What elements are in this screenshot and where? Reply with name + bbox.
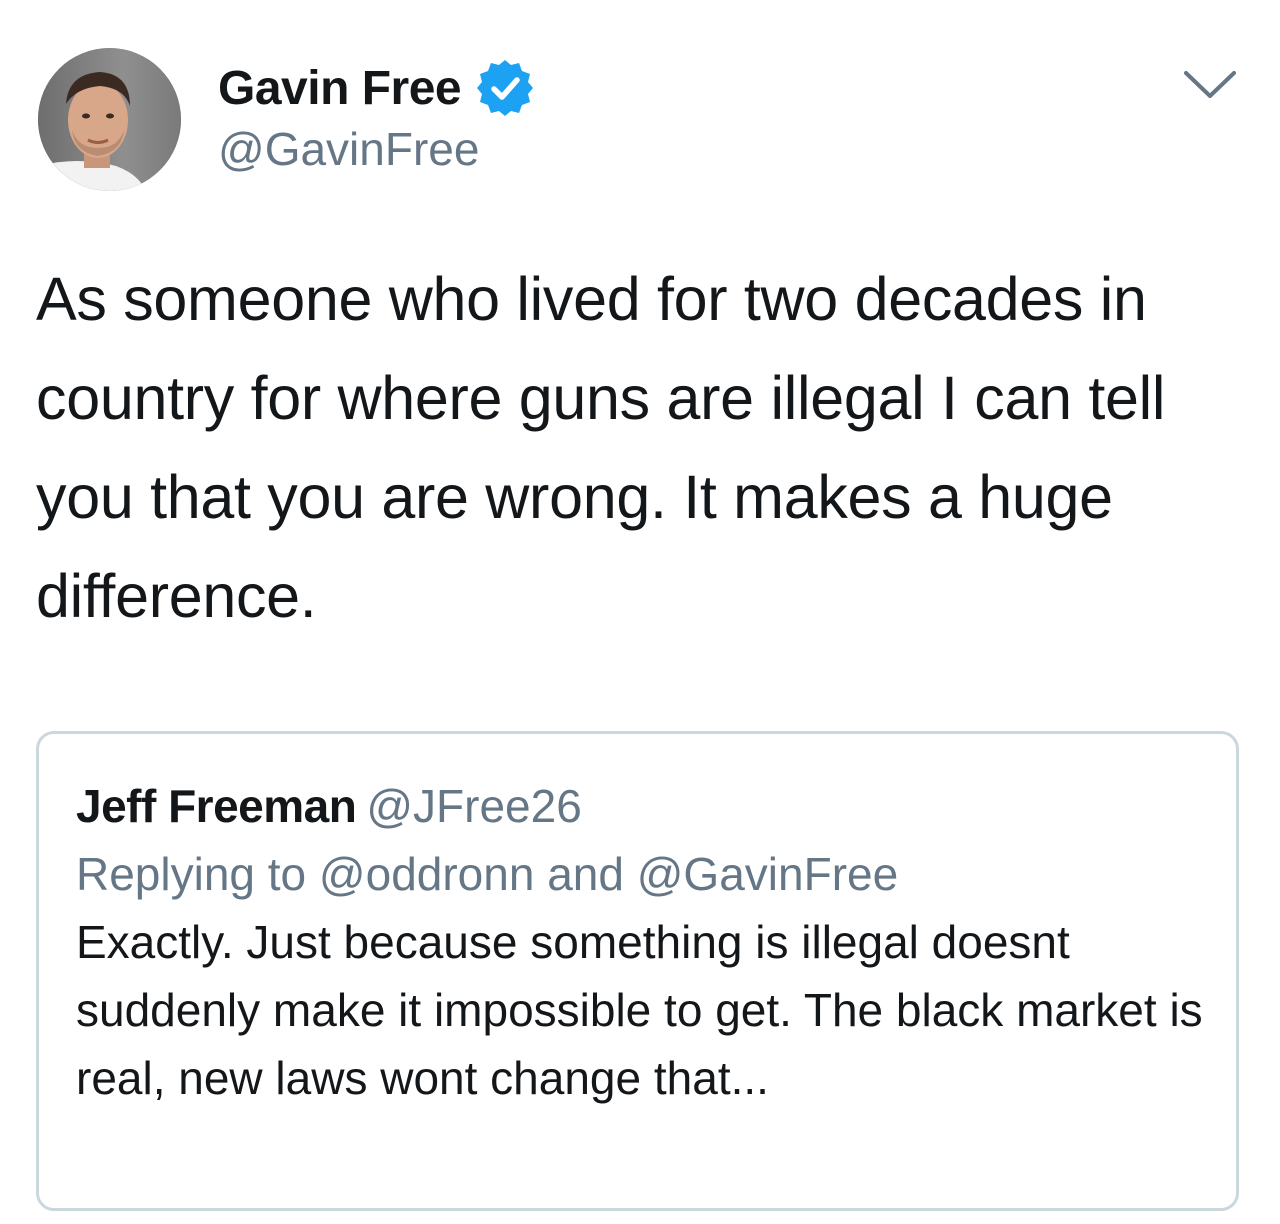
avatar-photo — [38, 48, 181, 191]
tweet-text: As someone who lived for two decades in … — [36, 265, 1166, 630]
avatar[interactable] — [38, 48, 181, 191]
quoted-tweet[interactable]: Jeff Freeman @JFree26 Replying to @oddron… — [36, 731, 1239, 1211]
author-block: Gavin Free @GavinFree — [218, 58, 535, 176]
quoted-tweet-content: Jeff Freeman @JFree26 Replying to @oddron… — [76, 772, 1216, 1112]
display-name[interactable]: Gavin Free — [218, 61, 462, 116]
quoted-tweet-header: Jeff Freeman @JFree26 — [76, 772, 1216, 840]
tweet-card: Gavin Free @GavinFree As someone who liv… — [0, 0, 1280, 1224]
tweet-menu-button[interactable] — [1180, 60, 1240, 108]
quoted-handle: @JFree26 — [366, 780, 582, 832]
quoted-tweet-text: Exactly. Just because something is illeg… — [76, 916, 1203, 1104]
quoted-display-name: Jeff Freeman — [76, 780, 357, 832]
chevron-down-icon — [1184, 71, 1236, 98]
verified-badge-icon — [475, 58, 535, 118]
replying-to-line: Replying to @oddronn and @GavinFree — [76, 848, 899, 900]
author-handle[interactable]: @GavinFree — [218, 122, 535, 176]
display-name-row: Gavin Free — [218, 58, 535, 118]
